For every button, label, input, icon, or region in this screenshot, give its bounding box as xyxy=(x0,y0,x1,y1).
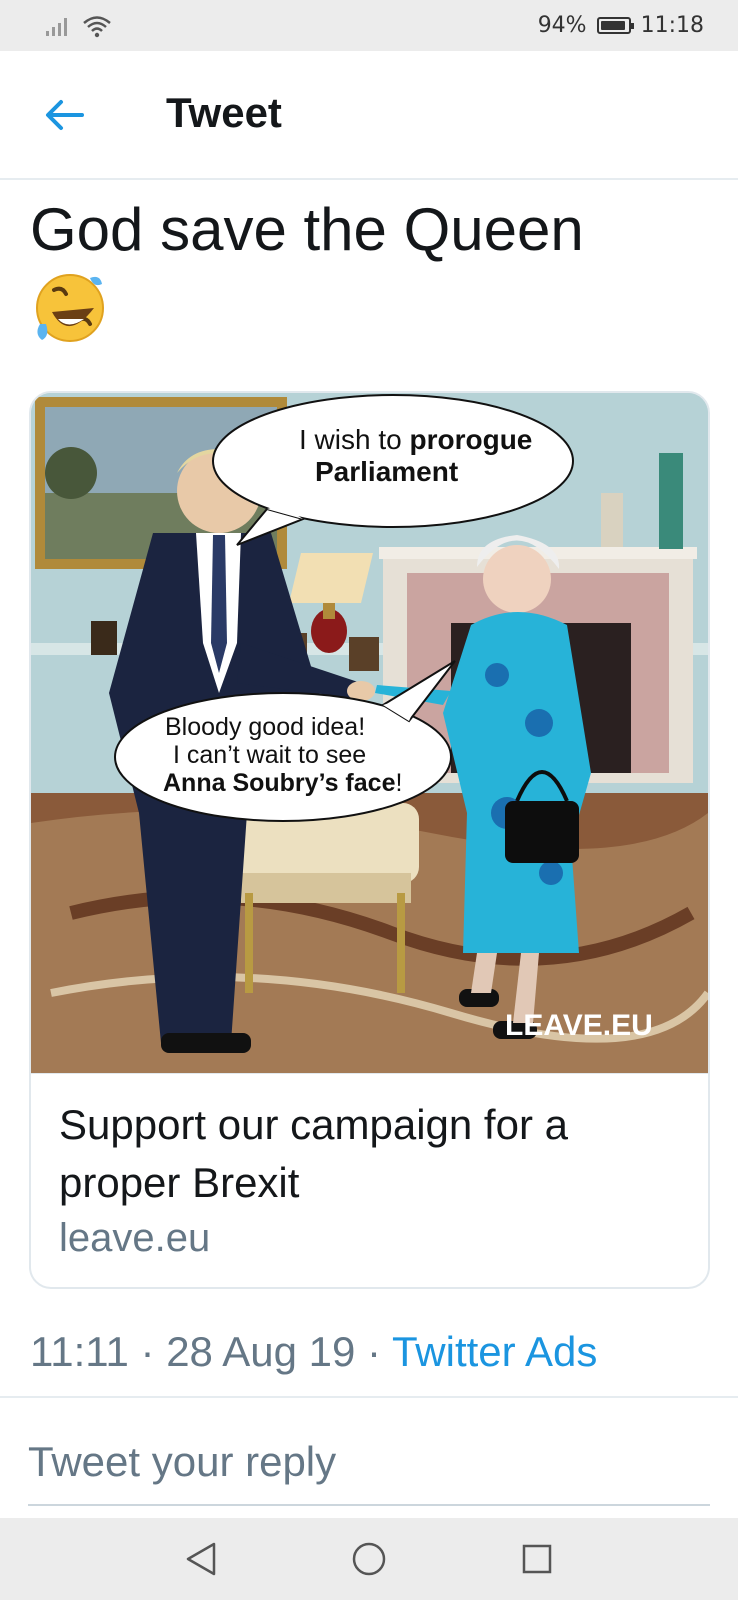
bubble-bottom-line1: Bloody good idea! xyxy=(165,713,365,741)
card-domain: leave.eu xyxy=(59,1216,211,1260)
card-image: I wish to prorogue Parliament Bloody goo… xyxy=(31,393,708,1073)
bubble-bottom-line2: I can’t wait to see xyxy=(173,741,366,769)
meta-separator: · xyxy=(355,1328,392,1375)
battery-icon xyxy=(596,17,634,34)
status-right: 94% 11:18 xyxy=(538,13,704,38)
system-nav-bar xyxy=(0,1518,738,1600)
card-title: Support our campaign for a proper Brexit xyxy=(59,1101,568,1206)
reply-input[interactable] xyxy=(28,1420,710,1506)
recents-square-icon xyxy=(522,1544,552,1574)
meta-separator: · xyxy=(128,1328,167,1375)
app-header: Tweet xyxy=(0,51,738,180)
bubble-top-line1: I wish to prorogue xyxy=(299,424,532,455)
tweet-source-link[interactable]: Twitter Ads xyxy=(392,1328,597,1375)
arrow-left-icon xyxy=(46,100,84,130)
card-body: Support our campaign for a proper Brexit… xyxy=(31,1073,708,1287)
signal-icon xyxy=(46,17,67,36)
tweet-time: 11:11 xyxy=(30,1328,129,1375)
divider xyxy=(0,1396,738,1398)
nav-recents-button[interactable] xyxy=(512,1534,562,1584)
back-triangle-icon xyxy=(186,1542,216,1576)
status-left xyxy=(46,14,112,38)
tweet-meta: 11:11 · 28 Aug 19 · Twitter Ads xyxy=(30,1328,597,1376)
nav-home-button[interactable] xyxy=(344,1534,394,1584)
nav-back-button[interactable] xyxy=(176,1534,226,1584)
clock: 11:18 xyxy=(640,13,704,38)
wifi-icon xyxy=(83,15,111,37)
home-circle-icon xyxy=(352,1542,386,1576)
bubble-bottom-line3: Anna Soubry’s face! xyxy=(163,769,402,797)
battery-fill xyxy=(600,21,626,30)
link-card[interactable]: I wish to prorogue Parliament Bloody goo… xyxy=(29,391,710,1289)
page-title: Tweet xyxy=(166,89,282,136)
leave-eu-watermark: LEAVE.EU xyxy=(505,1009,653,1042)
battery-percent: 94% xyxy=(537,13,587,38)
back-button[interactable] xyxy=(40,91,88,139)
tweet-date: 28 Aug 19 xyxy=(166,1328,356,1375)
status-bar: 94% 11:18 xyxy=(0,0,738,51)
rolling-on-floor-laughing-emoji xyxy=(36,274,104,342)
bubble-top-line2: Parliament xyxy=(315,456,458,487)
tweet-text: God save the Queen xyxy=(30,196,584,263)
